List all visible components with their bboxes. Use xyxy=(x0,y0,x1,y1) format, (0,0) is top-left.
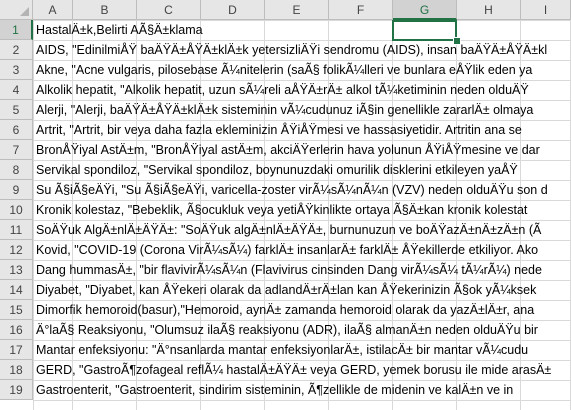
cell-a19[interactable]: Gastroenterit, "Gastroenterit, sindirim … xyxy=(36,380,513,400)
row-header-9[interactable]: 9 xyxy=(0,180,33,200)
row-header-1[interactable]: 1 xyxy=(0,20,33,40)
column-header-c[interactable]: C xyxy=(137,0,201,20)
column-header-a[interactable]: A xyxy=(33,0,73,20)
row-header-16[interactable]: 16 xyxy=(0,320,33,340)
column-header-f[interactable]: F xyxy=(329,0,393,20)
row-header-19[interactable]: 19 xyxy=(0,380,33,400)
cell-a14[interactable]: Diyabet, "Diyabet, kan ÅŸekeri olarak da… xyxy=(36,280,536,300)
cell-a4[interactable]: Alkolik hepatit, "Alkolik hepatit, uzun … xyxy=(36,80,529,100)
cell-a15[interactable]: Dimorfik hemoroid(basur),"Hemoroid, aynÄ… xyxy=(36,300,534,320)
cell-a8[interactable]: Servikal spondiloz, "Servikal spondiloz,… xyxy=(36,160,518,180)
column-header-d[interactable]: D xyxy=(201,0,265,20)
cell-a9[interactable]: Su Ã§iÃ§eÄŸi, "Su Ã§iÃ§eÄŸi, varicella-z… xyxy=(36,180,548,200)
column-header-h[interactable]: H xyxy=(457,0,521,20)
row-header-14[interactable]: 14 xyxy=(0,280,33,300)
row-header-2[interactable]: 2 xyxy=(0,40,33,60)
row-header-18[interactable]: 18 xyxy=(0,360,33,380)
active-cell-g1[interactable] xyxy=(392,20,457,41)
row-header-17[interactable]: 17 xyxy=(0,340,33,360)
row-header-6[interactable]: 6 xyxy=(0,120,33,140)
cell-a11[interactable]: SoÄŸuk AlgÄ±nlÄ±ÄŸÄ±: "SoÄŸuk algÄ±nlÄ±Ä… xyxy=(36,220,541,240)
cell-a2[interactable]: AIDS, "EdinilmiÅŸ baÄŸÄ±ÅŸÄ±klÄ±k yeters… xyxy=(36,40,547,60)
cell-a12[interactable]: Kovid, "COVID-19 (Corona VirÃ¼sÃ¼) farkl… xyxy=(36,240,538,260)
row-header-12[interactable]: 12 xyxy=(0,240,33,260)
cell-a10[interactable]: Kronik kolestaz, "Bebeklik, Ã§ocukluk ve… xyxy=(36,200,527,220)
column-header-g[interactable]: G xyxy=(393,0,457,20)
row-header-7[interactable]: 7 xyxy=(0,140,33,160)
row-header-8[interactable]: 8 xyxy=(0,160,33,180)
cell-a1[interactable]: HastalÄ±k,Belirti AÃ§Ä±klama xyxy=(36,20,203,40)
cell-a16[interactable]: Ä°laÃ§ Reaksiyonu, "Olumsuz ilaÃ§ reaksi… xyxy=(36,320,538,340)
cell-a3[interactable]: Akne, "Acne vulgaris, pilosebase Ã¼nitel… xyxy=(36,60,532,80)
cell-grid[interactable]: HastalÄ±k,Belirti AÃ§Ä±klama AIDS, "Edini… xyxy=(33,20,571,410)
column-headers: ABCDEFGHI xyxy=(33,0,571,20)
row-header-10[interactable]: 10 xyxy=(0,200,33,220)
column-header-i[interactable]: I xyxy=(521,0,571,20)
select-all-button[interactable] xyxy=(0,0,33,20)
column-header-b[interactable]: B xyxy=(73,0,137,20)
row-header-13[interactable]: 13 xyxy=(0,260,33,280)
cell-a7[interactable]: BronÅŸiyal AstÄ±m, "BronÅŸiyal astÄ±m, a… xyxy=(36,140,540,160)
select-all-triangle-icon xyxy=(20,7,29,16)
row-header-15[interactable]: 15 xyxy=(0,300,33,320)
cell-a5[interactable]: Alerji, "Alerji, baÄŸÄ±ÅŸÄ±klÄ±k sistemi… xyxy=(36,100,533,120)
row-header-11[interactable]: 11 xyxy=(0,220,33,240)
row-header-4[interactable]: 4 xyxy=(0,80,33,100)
row-header-5[interactable]: 5 xyxy=(0,100,33,120)
column-header-e[interactable]: E xyxy=(265,0,329,20)
row-header-3[interactable]: 3 xyxy=(0,60,33,80)
fill-handle[interactable] xyxy=(453,37,461,45)
cell-a13[interactable]: Dang hummasÄ±, "bir flavivirÃ¼sÃ¼n (Flav… xyxy=(36,260,542,280)
cell-a17[interactable]: Mantar enfeksiyonu: "Ä°nsanlarda mantar … xyxy=(36,340,528,360)
cell-a18[interactable]: GERD, "GastroÃ¶zofageal reflÃ¼ hastalÄ±Ä… xyxy=(36,360,551,380)
spreadsheet: ABCDEFGHI 1 2 3 4 5 6 7 8 9 10 11 12 13 14 15 16 17 18 19 … xyxy=(0,0,571,410)
cell-a6[interactable]: Artrit, "Artrit, bir veya daha fazla ekl… xyxy=(36,120,522,140)
